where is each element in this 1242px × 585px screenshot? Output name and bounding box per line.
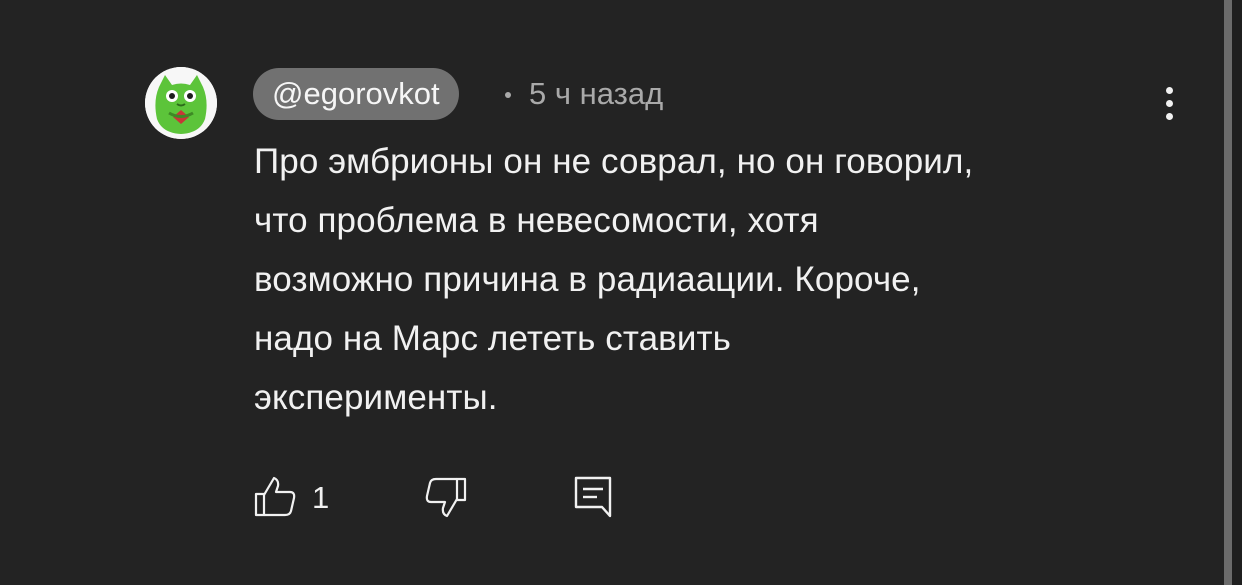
more-options-button[interactable] xyxy=(1151,80,1187,126)
thumb-up-icon xyxy=(254,476,296,517)
more-vertical-icon-dot xyxy=(1165,99,1173,107)
dislike-button[interactable] xyxy=(420,474,470,522)
like-button[interactable]: 1 xyxy=(253,474,343,522)
comment-reply-icon xyxy=(574,476,612,518)
comment-timestamp[interactable]: 5 ч назад xyxy=(529,72,663,116)
comment-text-line: возможно причина в радиаации. Короче, xyxy=(254,260,921,299)
comment-text-line: эксперименты. xyxy=(254,378,498,417)
comment-text-line: что проблема в невесомости, хотя xyxy=(254,201,819,240)
more-vertical-icon-dot xyxy=(1165,86,1173,94)
thumb-down-icon xyxy=(425,477,467,518)
author-name-chip[interactable]: @egorovkot xyxy=(253,68,459,120)
scrollbar[interactable] xyxy=(1224,0,1232,585)
window-edge xyxy=(1232,0,1242,585)
comment-text-line: Про эмбрионы он не соврал, но он говорил… xyxy=(254,142,974,181)
meta-separator-dot xyxy=(505,92,511,98)
reply-button[interactable] xyxy=(572,474,616,522)
comment-text-line: надо на Марс лететь ставить xyxy=(254,319,731,358)
comment-text: Про эмбрионы он не соврал, но он говорил… xyxy=(254,132,1174,427)
more-vertical-icon-dot xyxy=(1165,112,1173,120)
avatar[interactable] xyxy=(145,67,217,139)
comment-thread-item: @egorovkot 5 ч назад Про эмбрионы он не … xyxy=(0,0,1224,585)
like-count: 1 xyxy=(312,480,330,515)
green-cat-avatar-icon xyxy=(145,67,217,139)
